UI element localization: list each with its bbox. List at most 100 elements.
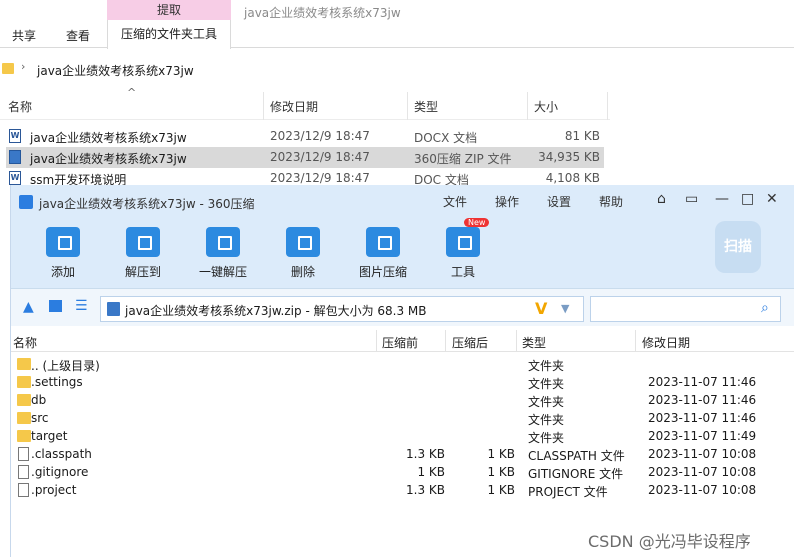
entry-name: .classpath [31,447,92,461]
archive-row[interactable]: .gitignore 1 KB 1 KB GITIGNORE 文件 2023-1… [15,464,775,482]
archive-row[interactable]: db 文件夹 2023-11-07 11:46 [15,392,775,410]
archive-path-box[interactable]: java企业绩效考核系统x73jw.zip - 解包大小为 68.3 MB V … [100,296,584,322]
delete-button[interactable]: 删除 [271,227,335,287]
column-size-before[interactable]: 压缩前 [382,334,418,351]
zip-archive-icon [107,302,120,316]
file-name: java企业绩效考核系统x73jw [30,131,187,145]
close-icon[interactable]: ✕ [766,191,778,207]
add-icon [46,227,80,257]
archive-row[interactable]: target 文件夹 2023-11-07 11:49 [15,428,775,446]
file-date: 2023/12/9 18:47 [270,129,370,143]
scan-button[interactable]: 扫描 [715,221,761,273]
entry-name: .. (上级目录) [31,359,100,373]
maximize-icon[interactable]: □ [741,191,754,207]
entry-size-after: 1 KB [487,447,515,461]
new-badge: New [464,218,490,227]
column-size[interactable]: 大小 [534,98,558,115]
chevron-right-icon[interactable]: › [21,60,25,73]
file-size: 4,108 KB [545,171,600,185]
sort-up-icon: ^ [127,86,137,99]
entry-date: 2023-11-07 10:08 [648,447,757,461]
extract-to-button[interactable]: 解压到 [111,227,175,287]
file-date: 2023/12/9 18:47 [270,171,370,185]
tab-view[interactable]: 查看 [66,27,90,44]
up-arrow-icon[interactable]: ▲ [23,299,34,315]
add-button[interactable]: 添加 [31,227,95,287]
tab-share[interactable]: 共享 [12,27,36,44]
column-size-after[interactable]: 压缩后 [452,334,488,351]
file-name: java企业绩效考核系统x73jw [30,152,187,166]
archive-row[interactable]: .. (上级目录) 文件夹 [15,356,775,374]
context-group-extract[interactable]: 提取 [107,0,231,20]
column-divider[interactable] [527,92,528,120]
word-doc-icon: W [9,129,21,143]
entry-name: .settings [31,375,83,389]
folder-icon [17,412,31,424]
entry-date: 2023-11-07 11:49 [648,429,757,443]
tab-compressed-folder-tools[interactable]: 压缩的文件夹工具 [107,20,231,49]
shirt-skin-icon[interactable]: ⌂ [657,191,666,207]
entry-name: .project [31,483,77,497]
entry-size-before: 1.3 KB [406,447,445,461]
menu-settings[interactable]: 设置 [547,193,571,210]
column-divider[interactable] [445,330,446,352]
column-modified[interactable]: 修改日期 [642,334,690,351]
entry-name: target [31,429,68,443]
thumbnail-view-icon[interactable] [49,300,62,312]
entry-date: 2023-11-07 11:46 [648,411,757,425]
address-path[interactable]: java企业绩效考核系统x73jw [37,62,194,79]
column-type[interactable]: 类型 [414,98,438,115]
entry-size-before: 1.3 KB [406,483,445,497]
folder-icon [17,358,31,370]
column-name[interactable]: 名称 [13,334,37,351]
entry-size-after: 1 KB [487,483,515,497]
one-click-extract-button[interactable]: 一键解压 [191,227,255,287]
column-name[interactable]: 名称 [8,98,32,115]
entry-size-after: 1 KB [487,465,515,479]
list-view-icon[interactable]: ☰ [75,298,88,314]
column-divider[interactable] [263,92,264,120]
column-type[interactable]: 类型 [522,334,546,351]
archive-row[interactable]: .settings 文件夹 2023-11-07 11:46 [15,374,775,392]
entry-date: 2023-11-07 11:46 [648,393,757,407]
entry-type: 文件夹 [528,359,565,373]
extract-icon [126,227,160,257]
feedback-icon[interactable]: ▭ [685,191,698,207]
chevron-down-icon[interactable]: ▼ [561,302,569,315]
v-mark-icon[interactable]: V [535,299,547,318]
entry-type: 文件夹 [528,413,565,427]
archive-row[interactable]: .classpath 1.3 KB 1 KB CLASSPATH 文件 2023… [15,446,775,464]
image-compress-icon [366,227,400,257]
menu-help[interactable]: 帮助 [599,193,623,210]
archive-list-header: 名称 压缩前 压缩后 类型 修改日期 [11,330,794,352]
column-divider[interactable] [516,330,517,352]
archive-row[interactable]: .project 1.3 KB 1 KB PROJECT 文件 2023-11-… [15,482,775,500]
file-row-selected[interactable]: java企业绩效考核系统x73jw 2023/12/9 18:47 360压缩 … [6,147,604,168]
menu-operate[interactable]: 操作 [495,193,519,210]
address-bar[interactable]: › java企业绩效考核系统x73jw [0,58,794,82]
folder-icon [17,430,31,442]
column-modified[interactable]: 修改日期 [270,98,318,115]
entry-type: 文件夹 [528,431,565,445]
app-logo-icon [19,195,33,209]
tools-icon [446,227,480,257]
entry-date: 2023-11-07 10:08 [648,483,757,497]
tools-button[interactable]: 工具 [431,227,495,287]
column-divider[interactable] [635,330,636,352]
search-icon[interactable]: ⌕ [761,300,769,316]
column-divider[interactable] [376,330,377,352]
minimize-icon[interactable]: — [715,191,729,207]
search-input[interactable]: ⌕ [590,296,781,322]
image-compress-button[interactable]: 图片压缩 [351,227,415,287]
menu-file[interactable]: 文件 [443,193,467,210]
file-size: 34,935 KB [538,150,600,164]
navigation-bar: ▲ ☰ java企业绩效考核系统x73jw.zip - 解包大小为 68.3 M… [11,288,794,326]
column-divider[interactable] [607,92,608,120]
column-divider[interactable] [407,92,408,120]
archive-row[interactable]: src 文件夹 2023-11-07 11:46 [15,410,775,428]
word-doc-icon: W [9,171,21,185]
entry-type: 文件夹 [528,395,565,409]
entry-size-before: 1 KB [417,465,445,479]
entry-date: 2023-11-07 10:08 [648,465,757,479]
file-row[interactable]: W java企业绩效考核系统x73jw 2023/12/9 18:47 DOCX… [6,126,604,147]
